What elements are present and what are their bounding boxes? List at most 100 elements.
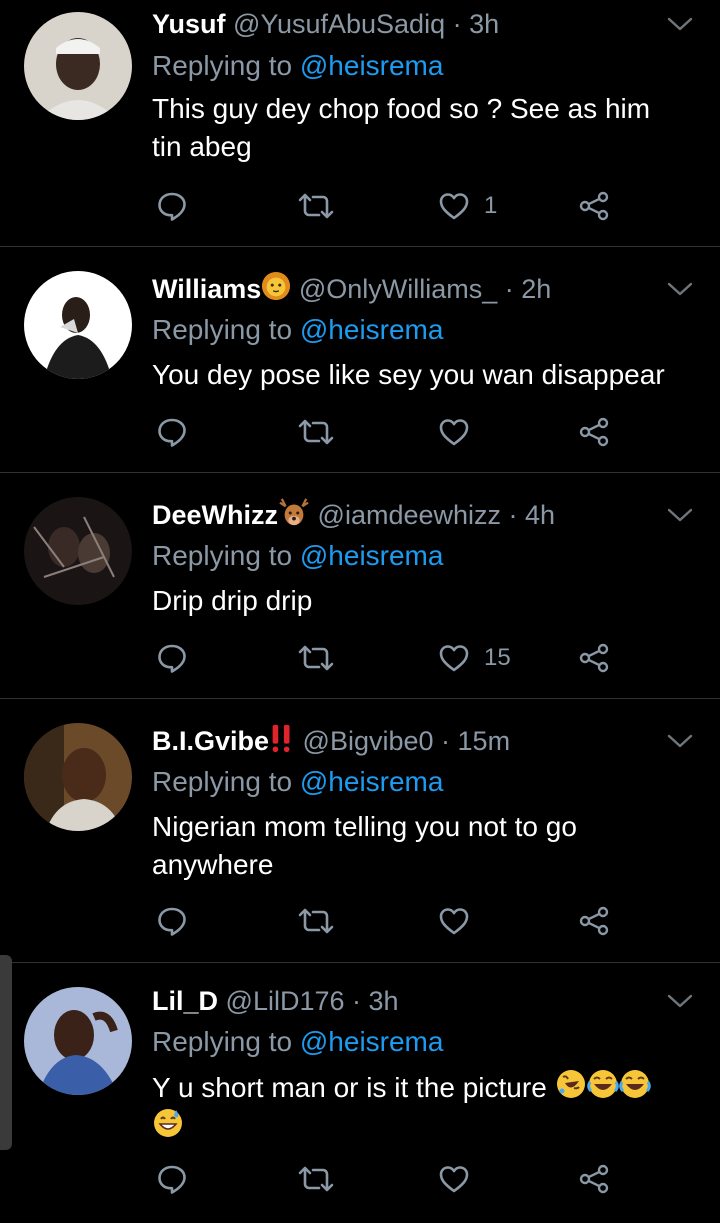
like-icon xyxy=(438,1163,470,1195)
share-button[interactable] xyxy=(578,186,610,226)
avatar[interactable] xyxy=(24,12,132,120)
reply-button[interactable] xyxy=(156,1159,188,1199)
tweet[interactable]: Lil_D @LilD176 · 3h Replying to @heisrem… xyxy=(0,963,720,1223)
chevron-down-icon[interactable] xyxy=(666,10,694,38)
tweet-actions xyxy=(0,901,720,941)
avatar[interactable] xyxy=(24,723,132,831)
share-button[interactable] xyxy=(578,901,610,941)
replying-prefix: Replying to xyxy=(152,1026,293,1057)
retweet-button[interactable] xyxy=(296,186,336,226)
like-count: 15 xyxy=(484,644,511,671)
reply-icon xyxy=(156,190,188,222)
tweet[interactable]: Yusuf @YusufAbuSadiq · 3h Replying to @h… xyxy=(0,0,720,247)
like-button[interactable]: 1 xyxy=(438,186,497,226)
replying-to: Replying to @heisrema xyxy=(152,312,443,348)
share-button[interactable] xyxy=(578,1159,610,1199)
like-button[interactable]: 15 xyxy=(438,638,511,678)
user-handle[interactable]: @Bigvibe0 xyxy=(303,726,434,756)
timestamp[interactable]: · 2h xyxy=(505,274,552,304)
tweet-text: Y u short man or is it the picture xyxy=(152,1068,702,1146)
tweet[interactable]: B.I.Gvibe @Bigvibe0 · 15m Replying to @h… xyxy=(0,699,720,963)
tweet-header: Yusuf @YusufAbuSadiq · 3h xyxy=(152,6,499,42)
like-button[interactable] xyxy=(438,1159,484,1199)
mention-link[interactable]: @heisrema xyxy=(300,50,444,81)
like-icon xyxy=(438,416,470,448)
like-button[interactable] xyxy=(438,412,484,452)
retweet-icon xyxy=(296,642,336,674)
timestamp[interactable]: · 15m xyxy=(441,726,510,756)
display-name[interactable]: Williams xyxy=(152,274,261,304)
like-icon xyxy=(438,905,470,937)
retweet-button[interactable] xyxy=(296,901,336,941)
double-exclamation-icon xyxy=(272,724,290,753)
replying-prefix: Replying to xyxy=(152,540,293,571)
avatar[interactable] xyxy=(24,497,132,605)
mention-link[interactable]: @heisrema xyxy=(300,314,444,345)
tweet-actions xyxy=(0,412,720,452)
tweet-header: DeeWhizz @iamdeewhizz · 4h xyxy=(152,497,555,533)
tweet-header: Lil_D @LilD176 · 3h xyxy=(152,983,399,1019)
reply-button[interactable] xyxy=(156,412,188,452)
chevron-down-icon[interactable] xyxy=(666,987,694,1015)
display-name[interactable]: B.I.Gvibe xyxy=(152,726,269,756)
tweet-text-line: anywhere xyxy=(152,849,274,880)
retweet-button[interactable] xyxy=(296,638,336,678)
tears-of-joy-face-icon xyxy=(619,1068,651,1100)
tweet-text-line: tin abeg xyxy=(152,131,252,162)
user-handle[interactable]: @iamdeewhizz xyxy=(318,500,501,530)
like-button[interactable] xyxy=(438,901,484,941)
reply-icon xyxy=(156,905,188,937)
retweet-icon xyxy=(296,190,336,222)
user-handle[interactable]: @YusufAbuSadiq xyxy=(233,9,445,39)
tweet-text-line xyxy=(152,1107,702,1146)
tweet-text: Nigerian mom telling you not to go anywh… xyxy=(152,808,702,884)
timestamp[interactable]: · 3h xyxy=(352,986,399,1016)
share-button[interactable] xyxy=(578,412,610,452)
reply-button[interactable] xyxy=(156,901,188,941)
replying-to: Replying to @heisrema xyxy=(152,1024,443,1060)
chevron-down-icon[interactable] xyxy=(666,727,694,755)
replying-to: Replying to @heisrema xyxy=(152,538,443,574)
avatar[interactable] xyxy=(24,271,132,379)
timestamp[interactable]: · 4h xyxy=(509,500,556,530)
tweet[interactable]: Williams @OnlyWilliams_ · 2h Replying to… xyxy=(0,247,720,473)
share-icon xyxy=(578,416,610,448)
reply-icon xyxy=(156,1163,188,1195)
replying-prefix: Replying to xyxy=(152,766,293,797)
like-count: 1 xyxy=(484,192,498,219)
like-icon xyxy=(438,642,470,674)
user-handle[interactable]: @LilD176 xyxy=(226,986,345,1016)
mention-link[interactable]: @heisrema xyxy=(300,1026,444,1057)
tweet-actions: 15 xyxy=(0,638,720,678)
mention-link[interactable]: @heisrema xyxy=(300,540,444,571)
reply-button[interactable] xyxy=(156,638,188,678)
avatar[interactable] xyxy=(24,987,132,1095)
retweet-icon xyxy=(296,1163,336,1195)
retweet-button[interactable] xyxy=(296,1159,336,1199)
grinning-sweat-face-icon xyxy=(152,1107,184,1139)
chevron-down-icon[interactable] xyxy=(666,501,694,529)
share-icon xyxy=(578,642,610,674)
tweet-text-line: This guy dey chop food so ? See as him xyxy=(152,93,651,124)
display-name[interactable]: Lil_D xyxy=(152,986,218,1016)
tweet[interactable]: DeeWhizz @iamdeewhizz · 4h Replying to @… xyxy=(0,473,720,699)
timestamp[interactable]: · 3h xyxy=(453,9,500,39)
reply-icon xyxy=(156,416,188,448)
display-name[interactable]: Yusuf xyxy=(152,9,226,39)
user-handle[interactable]: @OnlyWilliams_ xyxy=(299,274,497,304)
display-name[interactable]: DeeWhizz xyxy=(152,500,278,530)
mention-link[interactable]: @heisrema xyxy=(300,766,444,797)
tweet-text: You dey pose like sey you wan disappear xyxy=(152,356,702,394)
chevron-down-icon[interactable] xyxy=(666,275,694,303)
tweet-text-line: You dey pose like sey you wan disappear xyxy=(152,359,665,390)
replying-to: Replying to @heisrema xyxy=(152,48,443,84)
retweet-button[interactable] xyxy=(296,412,336,452)
tweet-header: B.I.Gvibe @Bigvibe0 · 15m xyxy=(152,723,510,759)
scrollbar[interactable] xyxy=(0,955,12,1150)
reply-button[interactable] xyxy=(156,186,188,226)
tears-of-joy-face-icon xyxy=(587,1068,619,1100)
tweet-text-line: Drip drip drip xyxy=(152,585,313,616)
lion-face-icon xyxy=(262,271,291,301)
tweet-text-line: Y u short man or is it the picture xyxy=(152,1068,702,1107)
share-button[interactable] xyxy=(578,638,610,678)
